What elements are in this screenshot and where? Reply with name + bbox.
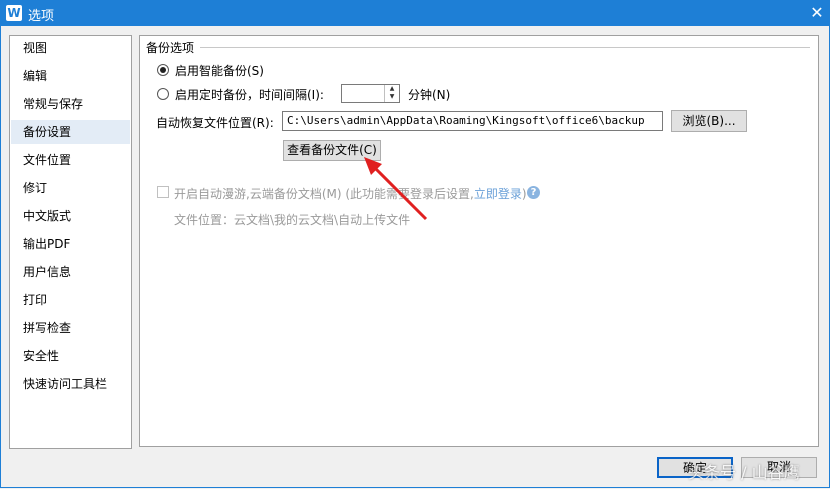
annotation-arrow [364, 157, 428, 221]
watermark: 头条号 / 山谷鹰 [688, 463, 800, 482]
